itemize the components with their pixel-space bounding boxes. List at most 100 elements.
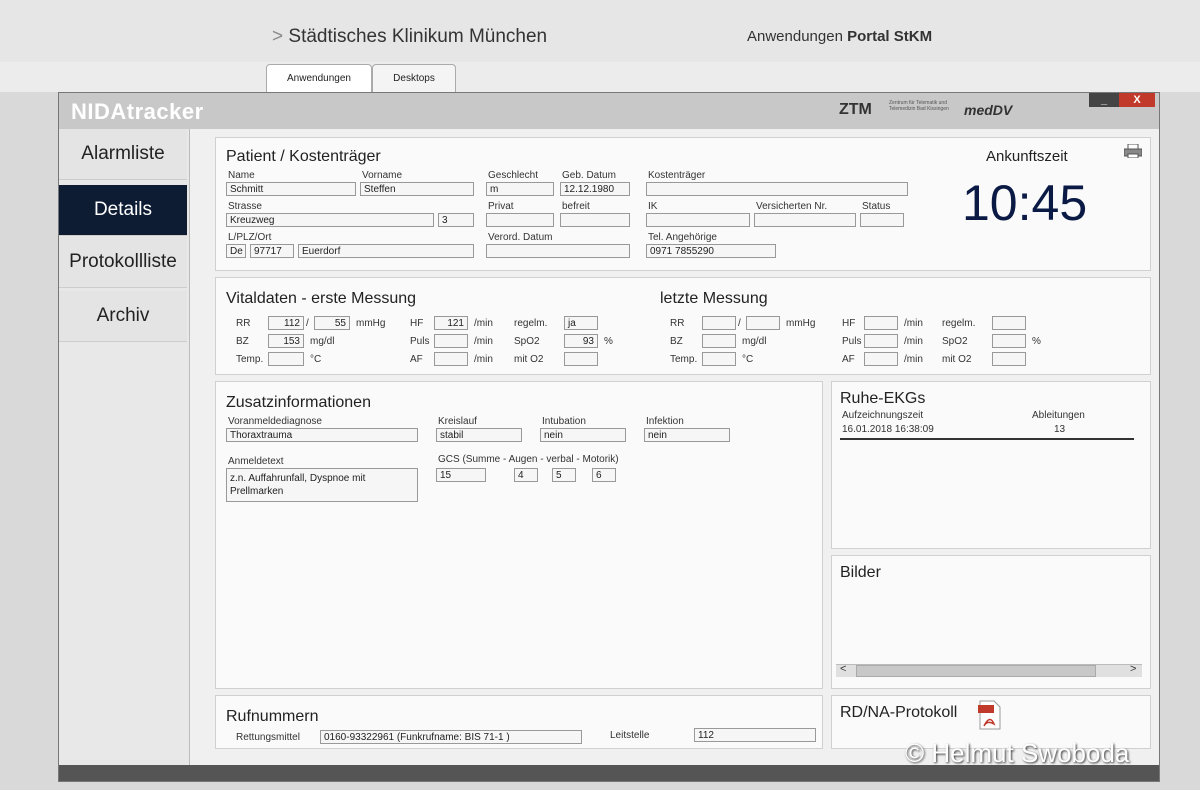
ekg-row-time: 16.01.2018 16:38:09 xyxy=(842,424,934,435)
last-bz-field[interactable] xyxy=(702,334,736,348)
ik-label: IK xyxy=(648,201,658,212)
sidebar-item-protokollliste[interactable]: Protokollliste xyxy=(59,237,187,288)
versichertennr-field[interactable] xyxy=(754,213,856,227)
anmeldetext-field[interactable]: z.n. Auffahrunfall, Dyspnoe mit Prellmar… xyxy=(226,468,418,502)
last-mit-o2-label: mit O2 xyxy=(942,354,972,365)
ekg-col-leads: Ableitungen xyxy=(1032,410,1085,421)
minimize-button[interactable]: _ xyxy=(1089,93,1119,107)
portal-name-prefix: Anwendungen xyxy=(747,28,843,45)
temp-field[interactable] xyxy=(268,352,304,366)
spo2-label: SpO2 xyxy=(514,336,540,347)
tel-angehoerige-field[interactable]: 0971 7855290 xyxy=(646,244,776,258)
gcs-motorik-field[interactable]: 6 xyxy=(592,468,616,482)
bilder-panel: Bilder < > xyxy=(831,555,1151,689)
verord-datum-field[interactable] xyxy=(486,244,630,258)
last-mit-o2-field[interactable] xyxy=(992,352,1026,366)
name-field[interactable]: Schmitt xyxy=(226,182,356,196)
leitstelle-field[interactable]: 112 xyxy=(694,728,816,742)
portal-title: > Städtisches Klinikum München xyxy=(272,26,547,48)
last-puls-label: Puls xyxy=(842,336,862,347)
gcs-sum-field[interactable]: 15 xyxy=(436,468,486,482)
ik-field[interactable] xyxy=(646,213,750,227)
last-hf-unit: /min xyxy=(904,318,923,329)
status-field[interactable] xyxy=(860,213,904,227)
last-rr-separator: / xyxy=(738,318,741,329)
plz-field[interactable]: 97717 xyxy=(250,244,294,258)
mit-o2-field[interactable] xyxy=(564,352,598,366)
printer-icon[interactable] xyxy=(1123,143,1143,159)
scrollbar-thumb[interactable] xyxy=(856,665,1096,677)
rr-separator: / xyxy=(306,318,309,329)
regelm-field[interactable]: ja xyxy=(564,316,598,330)
pdf-icon[interactable] xyxy=(978,700,1002,730)
regelm-label: regelm. xyxy=(514,318,548,329)
diagnose-label: Voranmeldediagnose xyxy=(228,416,322,427)
gcs-augen-field[interactable]: 4 xyxy=(514,468,538,482)
sidebar-item-archiv[interactable]: Archiv xyxy=(59,291,187,342)
sidebar-item-alarmliste[interactable]: Alarmliste xyxy=(59,129,187,180)
portal-name: Anwendungen Portal StKM xyxy=(747,28,932,45)
last-rr-systolic-field[interactable] xyxy=(702,316,736,330)
last-hf-label: HF xyxy=(842,318,856,329)
geschlecht-field[interactable]: m xyxy=(486,182,554,196)
strasse-label: Strasse xyxy=(228,201,262,212)
privat-field[interactable] xyxy=(486,213,554,227)
breadcrumb-arrow: > xyxy=(272,26,284,47)
intubation-field[interactable]: nein xyxy=(540,428,626,442)
anmeldetext-label: Anmeldetext xyxy=(228,456,284,467)
rufnummern-panel: Rufnummern Rettungsmittel 0160-93322961 … xyxy=(215,695,823,749)
puls-field[interactable] xyxy=(434,334,468,348)
last-hf-field[interactable] xyxy=(864,316,898,330)
befreit-field[interactable] xyxy=(560,213,630,227)
last-puls-field[interactable] xyxy=(864,334,898,348)
scroll-left-icon[interactable]: < xyxy=(840,663,846,675)
geb-datum-field[interactable]: 12.12.1980 xyxy=(560,182,630,196)
mgdl-unit: mg/dl xyxy=(310,336,335,347)
privat-label: Privat xyxy=(488,201,514,212)
sidebar-item-details[interactable]: Details xyxy=(59,185,187,236)
hf-field[interactable]: 121 xyxy=(434,316,468,330)
last-af-field[interactable] xyxy=(864,352,898,366)
scroll-right-icon[interactable]: > xyxy=(1130,663,1136,675)
vorname-field[interactable]: Steffen xyxy=(360,182,474,196)
af-field[interactable] xyxy=(434,352,468,366)
sidebar: Alarmliste Details Protokollliste Archiv xyxy=(59,129,190,775)
befreit-label: befreit xyxy=(562,201,590,212)
ekg-col-time: Aufzeichnungszeit xyxy=(842,410,924,421)
tab-anwendungen[interactable]: Anwendungen xyxy=(266,64,372,93)
kreislauf-field[interactable]: stabil xyxy=(436,428,522,442)
gcs-verbal-field[interactable]: 5 xyxy=(552,468,576,482)
infektion-label: Infektion xyxy=(646,416,684,427)
last-temp-field[interactable] xyxy=(702,352,736,366)
diagnose-field[interactable]: Thoraxtrauma xyxy=(226,428,418,442)
ruhe-ekg-panel: Ruhe-EKGs Aufzeichnungszeit Ableitungen … xyxy=(831,381,1151,549)
land-field[interactable]: De xyxy=(226,244,246,258)
strasse-field[interactable]: Kreuzweg xyxy=(226,213,434,227)
rr-systolic-field[interactable]: 112 xyxy=(268,316,304,330)
infektion-field[interactable]: nein xyxy=(644,428,730,442)
mmhg-unit: mmHg xyxy=(356,318,386,329)
tel-angehoerige-label: Tel. Angehörige xyxy=(648,232,717,243)
table-row[interactable]: 16.01.2018 16:38:09 13 xyxy=(840,422,1134,440)
ekg-title: Ruhe-EKGs xyxy=(840,390,926,407)
hausnummer-field[interactable]: 3 xyxy=(438,213,474,227)
rr-diastolic-field[interactable]: 55 xyxy=(314,316,350,330)
bilder-scrollbar[interactable]: < > xyxy=(836,663,1142,677)
last-rr-diastolic-field[interactable] xyxy=(746,316,780,330)
rufnummern-title: Rufnummern xyxy=(226,708,319,725)
kostentraeger-field[interactable] xyxy=(646,182,908,196)
last-spo2-label: SpO2 xyxy=(942,336,968,347)
af-label: AF xyxy=(410,354,423,365)
bz-field[interactable]: 153 xyxy=(268,334,304,348)
last-mmhg-unit: mmHg xyxy=(786,318,816,329)
close-button[interactable]: X xyxy=(1119,93,1155,107)
tab-desktops[interactable]: Desktops xyxy=(372,64,456,93)
ort-field[interactable]: Euerdorf xyxy=(298,244,474,258)
rettungsmittel-field[interactable]: 0160-93322961 (Funkrufname: BIS 71-1 ) xyxy=(320,730,582,744)
spo2-field[interactable]: 93 xyxy=(564,334,598,348)
last-regelm-field[interactable] xyxy=(992,316,1026,330)
verord-datum-label: Verord. Datum xyxy=(488,232,553,243)
spo2-unit: % xyxy=(604,336,613,347)
gcs-label: GCS (Summe - Augen - verbal - Motorik) xyxy=(438,454,619,465)
last-spo2-field[interactable] xyxy=(992,334,1026,348)
